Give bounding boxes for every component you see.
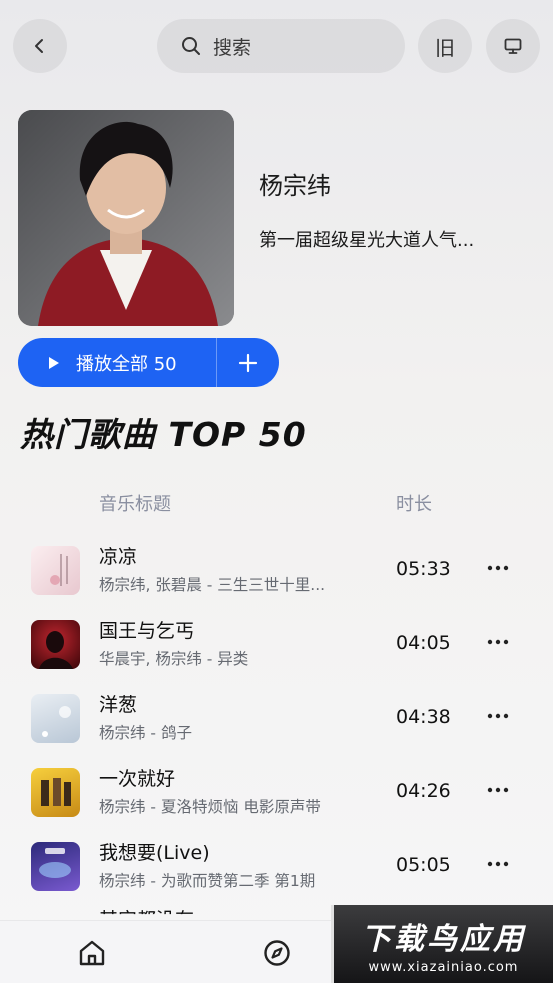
screen-button[interactable] — [486, 19, 540, 73]
plus-icon — [238, 353, 258, 372]
song-cover — [31, 694, 80, 743]
song-row[interactable]: 洋葱 杨宗纬 - 鸽子 04:38 — [0, 688, 553, 748]
song-subtitle: 杨宗纬 - 夏洛特烦恼 电影原声带 — [99, 798, 321, 816]
song-title: 一次就好 — [99, 768, 176, 790]
nav-discover-button[interactable] — [262, 938, 292, 968]
artist-description[interactable]: 第一届超级星光大道人气... — [259, 226, 529, 252]
song-row[interactable]: 一次就好 杨宗纬 - 夏洛特烦恼 电影原声带 04:26 — [0, 762, 553, 822]
song-row[interactable]: 国王与乞丐 华晨宇, 杨宗纬 - 异类 04:05 — [0, 614, 553, 674]
song-title: 凉凉 — [99, 546, 138, 568]
chevron-left-icon — [35, 39, 43, 53]
song-subtitle: 杨宗纬 - 为歌而赞第二季 第1期 — [99, 872, 316, 890]
play-all-button[interactable]: 播放全部 50 — [18, 338, 216, 387]
song-cover — [31, 620, 80, 669]
more-icon — [487, 713, 509, 719]
play-icon — [49, 356, 59, 369]
song-duration: 05:33 — [396, 558, 451, 580]
monitor-icon — [504, 38, 522, 54]
more-icon — [487, 787, 509, 793]
more-options-button[interactable] — [484, 702, 512, 730]
song-subtitle: 华晨宇, 杨宗纬 - 异类 — [99, 650, 249, 668]
more-options-button[interactable] — [484, 850, 512, 878]
search-input[interactable]: 搜索 — [157, 19, 405, 73]
song-title: 我想要(Live) — [99, 842, 210, 864]
more-icon — [487, 565, 509, 571]
song-duration: 04:38 — [396, 706, 451, 728]
song-cover — [31, 768, 80, 817]
artist-photo — [18, 110, 234, 326]
more-options-button[interactable] — [484, 628, 512, 656]
search-icon — [182, 37, 200, 55]
song-duration: 04:05 — [396, 632, 451, 654]
song-cover — [31, 546, 80, 595]
song-title: 国王与乞丐 — [99, 620, 195, 642]
more-options-button[interactable] — [484, 776, 512, 804]
old-version-label: 旧 — [435, 35, 455, 60]
song-duration: 05:05 — [396, 854, 451, 876]
song-row[interactable]: 凉凉 杨宗纬, 张碧晨 - 三生三世十里... 05:33 — [0, 540, 553, 600]
back-button[interactable] — [13, 19, 67, 73]
play-all-label: 播放全部 50 — [76, 353, 177, 375]
song-title: 洋葱 — [99, 694, 138, 716]
column-header-title: 音乐标题 — [99, 494, 171, 515]
watermark: 下载鸟应用 www.xiazainiao.com — [331, 905, 553, 983]
watermark-url: www.xiazainiao.com — [368, 959, 519, 975]
song-subtitle: 杨宗纬, 张碧晨 - 三生三世十里... — [99, 576, 326, 594]
more-icon — [487, 639, 509, 645]
add-all-button[interactable] — [217, 338, 279, 387]
song-row[interactable]: 我想要(Live) 杨宗纬 - 为歌而赞第二季 第1期 05:05 — [0, 836, 553, 896]
more-options-button[interactable] — [484, 554, 512, 582]
song-duration: 04:26 — [396, 780, 451, 802]
column-header-duration: 时长 — [396, 494, 432, 515]
search-placeholder: 搜索 — [213, 36, 252, 59]
compass-icon — [264, 940, 290, 966]
old-version-button[interactable]: 旧 — [418, 19, 472, 73]
artist-name: 杨宗纬 — [259, 172, 331, 200]
song-cover — [31, 842, 80, 891]
section-title: 热门歌曲 TOP 50 — [20, 415, 307, 454]
nav-home-button[interactable] — [77, 938, 107, 968]
song-subtitle: 杨宗纬 - 鸽子 — [99, 724, 192, 742]
more-icon — [487, 861, 509, 867]
home-icon — [79, 940, 105, 966]
watermark-text: 下载鸟应用 — [361, 921, 526, 957]
play-all-group: 播放全部 50 — [18, 338, 279, 387]
top-bar: 搜索 旧 — [0, 0, 553, 92]
